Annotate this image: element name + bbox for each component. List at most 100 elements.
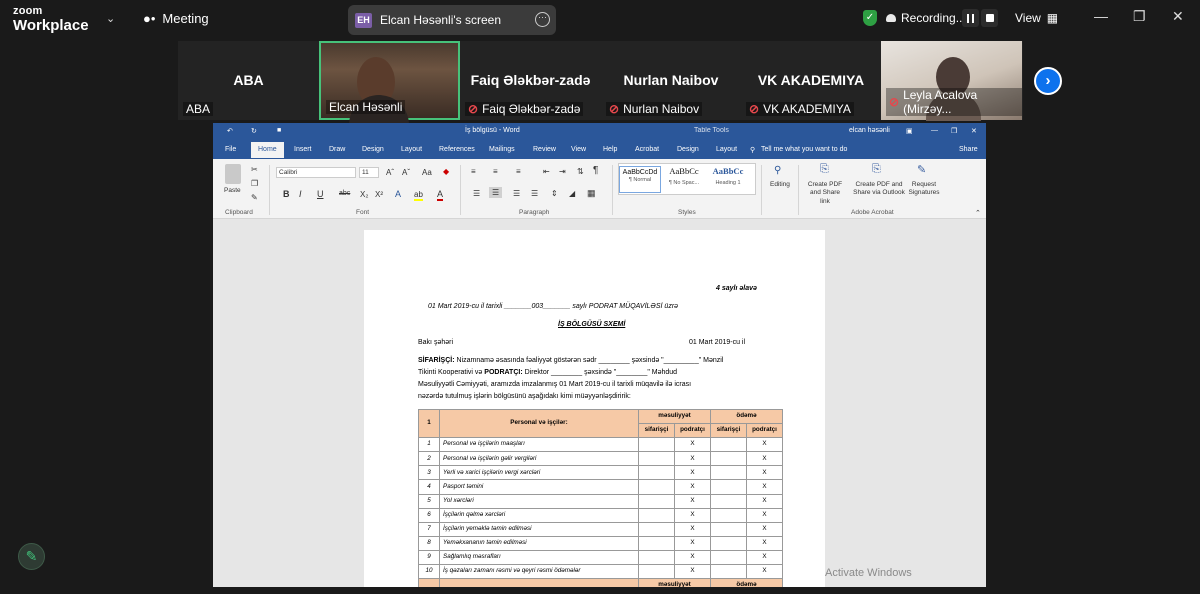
tell-me-search[interactable]: Tell me what you want to do — [761, 146, 847, 153]
font-name-select[interactable]: Calibri — [276, 167, 356, 178]
account-name[interactable]: elcan həsənli — [849, 127, 890, 134]
copy-icon[interactable]: ❐ — [251, 179, 258, 188]
security-shield-icon[interactable]: ✓ — [863, 10, 877, 26]
table-row[interactable]: 8 Yeməkxananın təmin edilməsi X X — [418, 535, 783, 551]
tab-design[interactable]: Design — [362, 146, 384, 153]
restore-button[interactable]: ❐ — [1133, 8, 1146, 25]
tab-home[interactable]: Home — [251, 142, 284, 158]
tab-references[interactable]: References — [439, 146, 475, 153]
minimize-button[interactable]: — — [931, 127, 938, 134]
stop-recording-button[interactable] — [981, 9, 998, 27]
clear-format-icon[interactable]: ◆ — [443, 167, 449, 176]
paste-icon[interactable] — [225, 164, 241, 184]
decrease-indent-icon[interactable]: ⇤ — [543, 167, 550, 176]
justify-icon[interactable]: ☰ — [531, 189, 538, 198]
table-row[interactable]: 6 İşçilərin qəlmə xərcləri X X — [418, 507, 783, 523]
line-spacing-icon[interactable]: ⇕ — [551, 189, 558, 198]
undo-icon[interactable]: ↶ — [227, 127, 233, 135]
align-right-icon[interactable]: ☰ — [513, 189, 520, 198]
participant-tile[interactable]: VK AKADEMIYA ⊘ VK AKADEMIYA — [741, 41, 881, 120]
format-painter-icon[interactable]: ✎ — [251, 193, 258, 202]
redo-icon[interactable]: ↻ — [251, 127, 257, 135]
shading-icon[interactable]: ◢ — [569, 189, 575, 198]
subscript-icon[interactable]: X₂ — [360, 190, 368, 199]
italic-icon[interactable]: I — [299, 189, 302, 199]
strikethrough-icon[interactable]: abc — [339, 190, 350, 197]
tab-table-design[interactable]: Design — [677, 146, 699, 153]
share-button[interactable]: Share — [959, 146, 978, 153]
text-effects-icon[interactable]: A — [395, 189, 401, 199]
table-row[interactable]: 5 Yol xərcləri X X — [418, 493, 783, 509]
document-page[interactable]: 4 saylı əlavə 01 Mart 2019-cu il tarixli… — [364, 230, 825, 587]
underline-icon[interactable]: U — [317, 189, 324, 199]
chevron-down-icon[interactable]: ⌄ — [106, 12, 115, 25]
table-row[interactable]: 1 Personal və işçilərin maaşları X X — [418, 437, 783, 453]
tab-table-layout[interactable]: Layout — [716, 146, 737, 153]
tab-layout[interactable]: Layout — [401, 146, 422, 153]
participant-tile[interactable]: Faiq Ələkbər-zadə ⊘ Faiq Ələkbər-zadə — [460, 41, 601, 120]
next-page-button[interactable]: › — [1034, 67, 1062, 95]
editing-button[interactable]: Editing — [770, 181, 790, 188]
align-left-icon[interactable]: ☰ — [473, 189, 480, 198]
close-button[interactable]: ✕ — [1172, 8, 1184, 25]
sort-icon[interactable]: ⇅ — [577, 167, 584, 176]
create-pdf-outlook-button[interactable]: Create PDF and Share via Outlook — [852, 181, 906, 198]
participant-tile[interactable]: Nurlan Naibov ⊘ Nurlan Naibov — [601, 41, 741, 120]
style-no-spacing[interactable]: AaBbCc ¶ No Spac... — [663, 166, 705, 186]
collapse-ribbon-icon[interactable]: ⌃ — [975, 209, 981, 217]
more-options-icon[interactable]: ⋯ — [535, 12, 550, 27]
superscript-icon[interactable]: X² — [375, 190, 383, 199]
find-icon[interactable]: ⚲ — [774, 165, 781, 176]
document-canvas[interactable]: 4 saylı əlavə 01 Mart 2019-cu il tarixli… — [213, 219, 986, 587]
style-heading-1[interactable]: AaBbCc Heading 1 — [707, 166, 749, 186]
style-normal[interactable]: AaBbCcDd ¶ Normal — [619, 166, 661, 193]
participant-video-tile[interactable]: ⊘ Leyla Acalova (Mirzəy... — [881, 41, 1022, 121]
ribbon-display-icon[interactable]: ▣ — [906, 127, 913, 135]
tab-draw[interactable]: Draw — [329, 146, 345, 153]
zoom-workplace-logo[interactable]: zoom Workplace — [13, 6, 89, 34]
styles-gallery[interactable]: AaBbCcDd ¶ Normal AaBbCc ¶ No Spac... AaBb… — [618, 163, 756, 195]
table-row[interactable]: 7 İşçilərin yeməklə təmin edilməsi X X — [418, 521, 783, 537]
tab-file[interactable]: File — [225, 146, 236, 153]
screen-share-indicator[interactable]: EH Elcan Həsənli's screen ⋯ — [348, 5, 556, 35]
view-button[interactable]: View ▦ — [1015, 11, 1058, 25]
restore-button[interactable]: ❐ — [951, 127, 957, 135]
font-color-icon[interactable]: A — [437, 189, 444, 201]
cut-icon[interactable]: ✂ — [251, 165, 258, 174]
save-icon[interactable]: ■ — [277, 127, 281, 134]
shrink-font-icon[interactable]: Aˇ — [402, 168, 410, 177]
tab-mailings[interactable]: Mailings — [489, 146, 515, 153]
close-button[interactable]: ✕ — [971, 127, 977, 135]
annotate-pencil-icon[interactable]: ✎ — [18, 543, 45, 570]
bold-icon[interactable]: B — [283, 189, 290, 199]
bullets-icon[interactable]: ≡ — [471, 167, 476, 176]
minimize-button[interactable]: — — [1094, 8, 1108, 24]
table-row[interactable]: 4 Pasport təmini X X — [418, 479, 783, 495]
table-row[interactable]: 10 İş qəzaları zamanı rəsmi və qeyri rəsm… — [418, 564, 783, 580]
table-row[interactable]: 2 Personal və işçilərin gəlir vergiləri X X — [418, 451, 783, 467]
create-pdf-share-link-button[interactable]: Create PDF and Share link — [805, 181, 845, 206]
numbering-icon[interactable]: ≡ — [493, 167, 498, 176]
pause-recording-button[interactable] — [962, 9, 979, 27]
request-signatures-button[interactable]: Request Signatures — [908, 181, 940, 198]
show-marks-icon[interactable]: ¶ — [593, 165, 598, 176]
table-row[interactable]: 9 Sağlamlıq məsrafları X X — [418, 549, 783, 566]
change-case-icon[interactable]: Aa — [422, 168, 432, 177]
font-size-select[interactable]: 11 — [359, 167, 379, 178]
increase-indent-icon[interactable]: ⇥ — [559, 167, 566, 176]
tab-view[interactable]: View — [571, 146, 586, 153]
meeting-menu[interactable]: ●• Meeting — [143, 11, 209, 26]
participant-tile[interactable]: ABA ABA — [178, 41, 319, 120]
tab-acrobat[interactable]: Acrobat — [635, 146, 659, 153]
work-division-table[interactable]: 1 Personal və işçilər: məsuliyyət ödəmə … — [418, 408, 783, 587]
align-center-icon[interactable]: ☰ — [489, 187, 503, 198]
multilevel-list-icon[interactable]: ≡ — [516, 167, 521, 176]
tab-review[interactable]: Review — [533, 146, 556, 153]
tab-insert[interactable]: Insert — [294, 146, 312, 153]
grow-font-icon[interactable]: Aˆ — [386, 168, 394, 177]
highlight-icon[interactable]: ab — [414, 190, 423, 201]
borders-icon[interactable]: ▦ — [587, 188, 596, 199]
tab-help[interactable]: Help — [603, 146, 617, 153]
participant-video-tile[interactable]: Elcan Həsənli — [319, 41, 460, 125]
table-row[interactable]: 3 Yerli və xarici işçilərin vergi xərclər… — [418, 465, 783, 481]
